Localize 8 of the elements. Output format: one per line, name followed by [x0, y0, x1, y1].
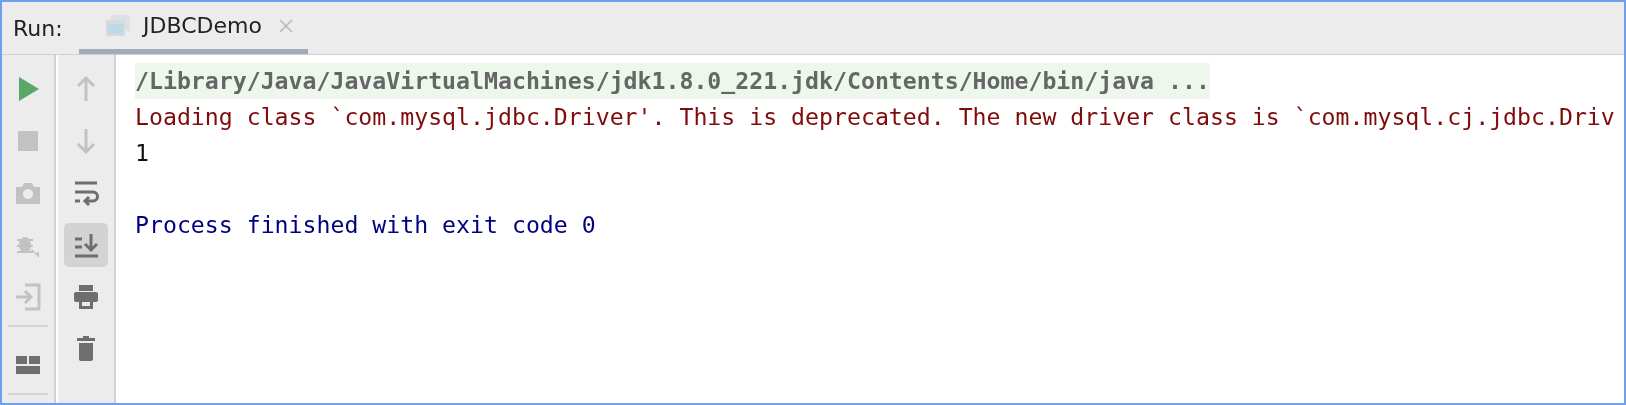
run-label: Run: — [13, 15, 64, 41]
close-icon[interactable] — [277, 17, 294, 34]
print-icon[interactable] — [71, 282, 101, 312]
window-icon — [105, 13, 131, 38]
tab[interactable]: JDBCDemo — [79, 2, 308, 54]
process-finished-line: Process finished with exit code 0 — [135, 211, 596, 238]
error-line: Loading class `com.mysql.jdbc.Driver'. This is deprecated. The new driver class is `com.mysql.cj.jdbc.Driv — [135, 103, 1615, 130]
output-line: 1 — [135, 139, 149, 166]
